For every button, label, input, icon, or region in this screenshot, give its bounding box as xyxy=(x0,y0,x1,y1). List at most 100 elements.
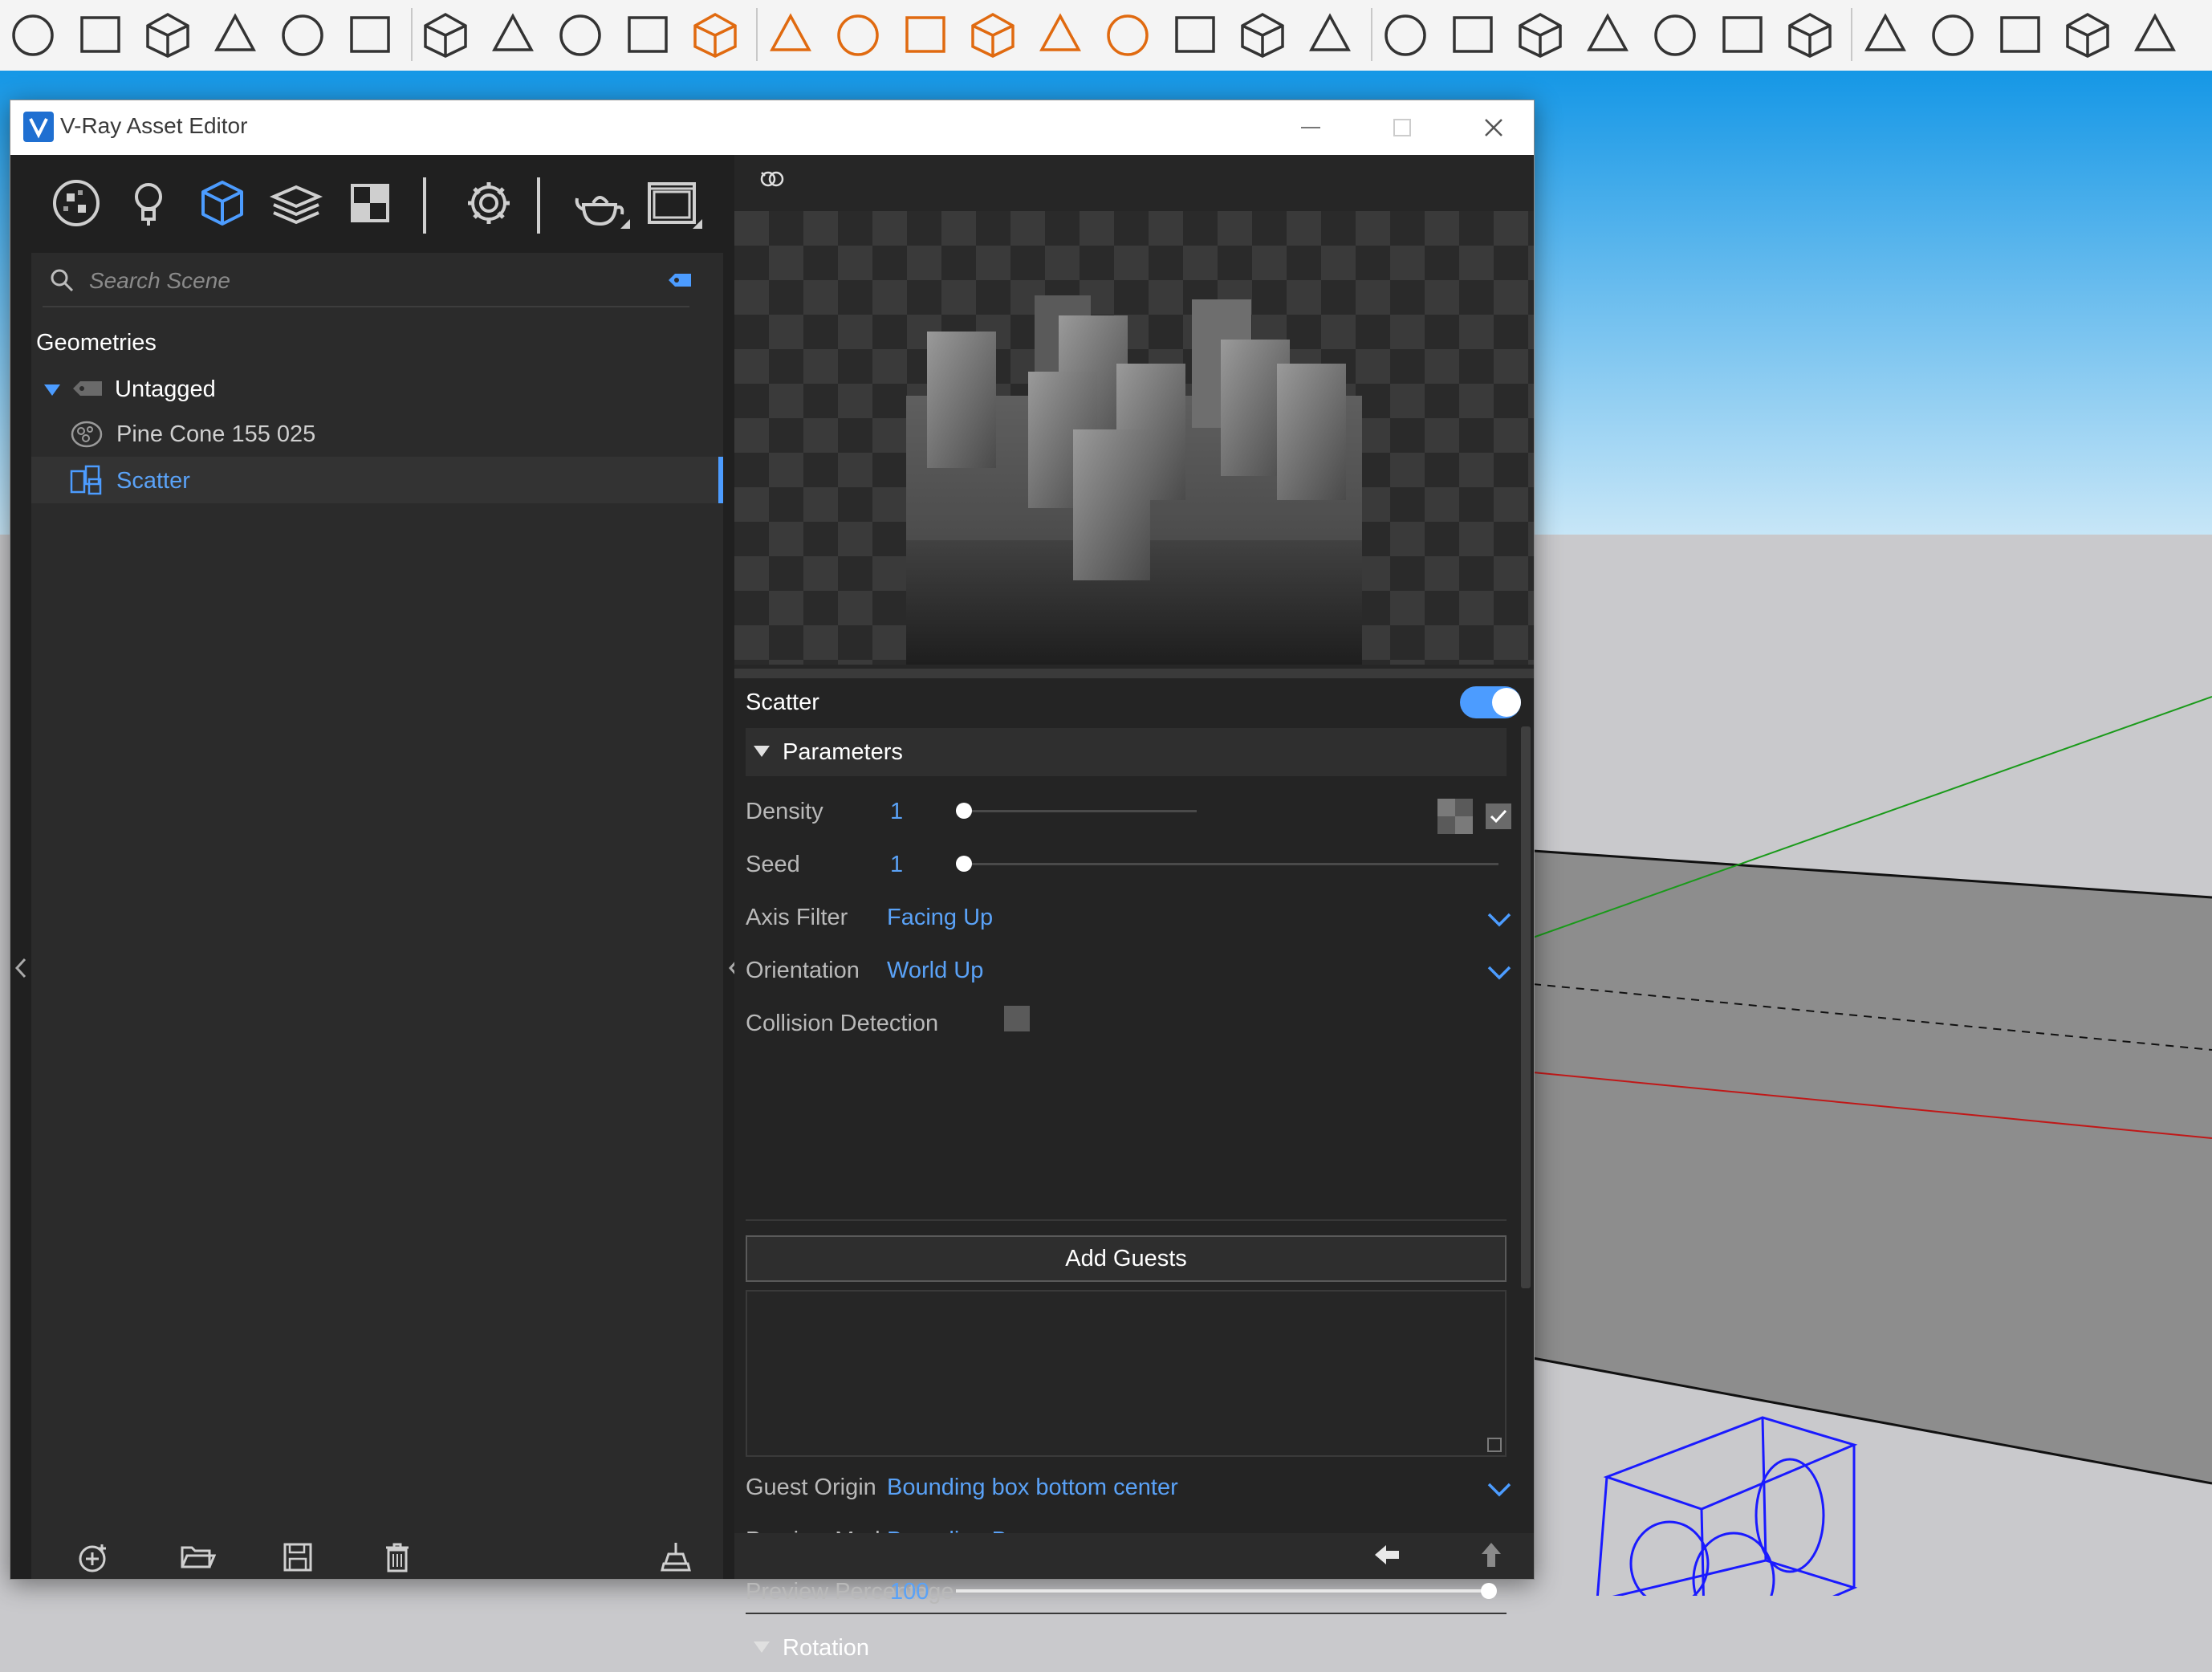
back-arrow-icon[interactable] xyxy=(1373,1543,1401,1567)
preview-options-icon[interactable] xyxy=(758,168,786,190)
render-elements-icon[interactable] xyxy=(267,174,325,232)
maximize-button[interactable] xyxy=(1362,105,1442,150)
render-cloud-icon[interactable] xyxy=(274,6,331,63)
axis-filter-dropdown[interactable]: Facing Up xyxy=(887,905,993,931)
sun-icon[interactable] xyxy=(1167,6,1223,63)
density-value[interactable]: 1 xyxy=(890,799,903,825)
add-guests-button[interactable]: Add Guests xyxy=(746,1235,1507,1282)
up-arrow-icon[interactable] xyxy=(1479,1541,1503,1568)
paint-icon[interactable] xyxy=(72,6,128,63)
guest-origin-dropdown[interactable]: Bounding box bottom center xyxy=(887,1475,1178,1501)
collapse-triangle-icon xyxy=(754,1641,770,1653)
toolbar-separator xyxy=(756,8,758,61)
proxy-export-icon[interactable] xyxy=(1302,6,1358,63)
proxy-import-icon[interactable] xyxy=(1377,6,1433,63)
render-teapot-icon[interactable] xyxy=(569,174,630,232)
collapse-left-icon[interactable] xyxy=(14,950,30,987)
fur-icon[interactable] xyxy=(1445,6,1501,63)
edit-icon[interactable] xyxy=(1925,6,1981,63)
title-bar[interactable]: V-Ray Asset Editor xyxy=(10,100,1534,155)
camera-icon[interactable] xyxy=(620,6,676,63)
resize-grip-icon[interactable] xyxy=(1487,1438,1502,1452)
mesh-clipper-icon[interactable] xyxy=(1512,6,1568,63)
box-icon[interactable] xyxy=(2127,6,2183,63)
rotation-section-header[interactable]: Rotation xyxy=(746,1624,1507,1672)
orientation-label: Orientation xyxy=(746,958,860,983)
open-folder-icon[interactable] xyxy=(179,1541,216,1573)
material-icon[interactable] xyxy=(1992,6,2048,63)
proxy-icon xyxy=(70,420,104,449)
chevron-down-icon[interactable] xyxy=(1486,1481,1513,1499)
infinite-plane-icon[interactable] xyxy=(1234,6,1291,63)
guests-list[interactable] xyxy=(746,1290,1507,1457)
chevron-down-icon[interactable] xyxy=(1486,964,1513,982)
omni-light-icon[interactable] xyxy=(965,6,1021,63)
purge-unused-icon[interactable] xyxy=(657,1541,694,1573)
seed-slider-knob[interactable] xyxy=(956,856,972,872)
tree-group-untagged[interactable]: Untagged xyxy=(31,365,723,412)
close-icon xyxy=(1484,118,1503,137)
save-icon[interactable] xyxy=(280,1541,317,1573)
density-slider[interactable] xyxy=(956,810,1197,812)
progressive-icon[interactable] xyxy=(342,6,398,63)
item-label: Scatter xyxy=(116,468,190,494)
parameters-section-header[interactable]: Parameters xyxy=(746,728,1507,776)
seed-label: Seed xyxy=(746,852,800,877)
mesh-light-icon[interactable] xyxy=(1100,6,1156,63)
seed-value[interactable]: 1 xyxy=(890,852,903,878)
add-asset-icon[interactable] xyxy=(76,1541,113,1573)
visibility-icon[interactable] xyxy=(1857,6,1913,63)
render-interactive-icon[interactable] xyxy=(207,6,263,63)
orientation-dropdown[interactable]: World Up xyxy=(887,958,983,984)
texture-slot-icon[interactable] xyxy=(1437,799,1473,834)
asset-browser-panel: Geometries Untagged Pine Cone 155 025 xyxy=(10,155,727,1579)
scatter-tool-icon[interactable] xyxy=(1647,6,1703,63)
seed-slider[interactable] xyxy=(956,863,1498,865)
preview-percentage-slider[interactable] xyxy=(956,1589,1486,1593)
toolbar-separator xyxy=(537,177,540,234)
tree-item-pine-cone[interactable]: Pine Cone 155 025 xyxy=(31,410,723,457)
category-toolbar xyxy=(10,155,727,251)
expand-triangle-icon[interactable] xyxy=(44,384,60,396)
lock-icon[interactable] xyxy=(552,6,608,63)
tag-filter-icon[interactable] xyxy=(667,272,693,288)
density-slider-knob[interactable] xyxy=(956,803,972,819)
render-region-icon[interactable] xyxy=(485,6,541,63)
frame-buffer-icon[interactable] xyxy=(641,174,702,232)
tree-item-scatter[interactable]: Scatter xyxy=(31,457,723,503)
materials-icon[interactable] xyxy=(47,174,105,232)
grid-icon[interactable] xyxy=(2060,6,2116,63)
rect-light-icon[interactable] xyxy=(687,6,743,63)
geometry-icon[interactable] xyxy=(193,174,251,232)
minimize-icon xyxy=(1301,126,1320,129)
spot-light-icon[interactable] xyxy=(762,6,819,63)
settings-icon[interactable] xyxy=(460,174,518,232)
enmesh-icon[interactable] xyxy=(1714,6,1771,63)
outliner-icon[interactable] xyxy=(1782,6,1838,63)
delete-icon[interactable] xyxy=(380,1541,417,1573)
properties-panel: Scatter Parameters Density 1 Seed 1 Axis… xyxy=(734,155,1534,1661)
close-button[interactable] xyxy=(1454,105,1534,150)
minimize-button[interactable] xyxy=(1271,105,1351,150)
properties-scrollbar[interactable] xyxy=(1521,726,1531,1288)
decal-icon[interactable] xyxy=(1580,6,1636,63)
ies-light-icon[interactable] xyxy=(897,6,954,63)
search-input[interactable] xyxy=(87,264,653,298)
lights-icon[interactable] xyxy=(120,174,177,232)
collision-detection-checkbox[interactable] xyxy=(1004,1006,1030,1031)
preview-percentage-value[interactable]: 100 xyxy=(890,1579,929,1605)
frame-buffer-icon[interactable] xyxy=(417,6,474,63)
dome-light-icon[interactable] xyxy=(1032,6,1088,63)
category-label: Geometries xyxy=(36,330,157,356)
preview-percentage-slider-knob[interactable] xyxy=(1481,1583,1497,1599)
enable-toggle[interactable] xyxy=(1460,686,1521,718)
item-label: Pine Cone 155 025 xyxy=(116,421,316,447)
sphere-light-icon[interactable] xyxy=(830,6,886,63)
section-label: Rotation xyxy=(783,1635,870,1661)
orbit-teapot-icon[interactable] xyxy=(140,6,196,63)
chevron-down-icon[interactable] xyxy=(1486,911,1513,929)
select-tool-icon[interactable] xyxy=(5,6,61,63)
axis-filter-label: Axis Filter xyxy=(746,905,848,930)
textures-icon[interactable] xyxy=(341,174,399,232)
density-checkbox[interactable] xyxy=(1486,803,1511,829)
